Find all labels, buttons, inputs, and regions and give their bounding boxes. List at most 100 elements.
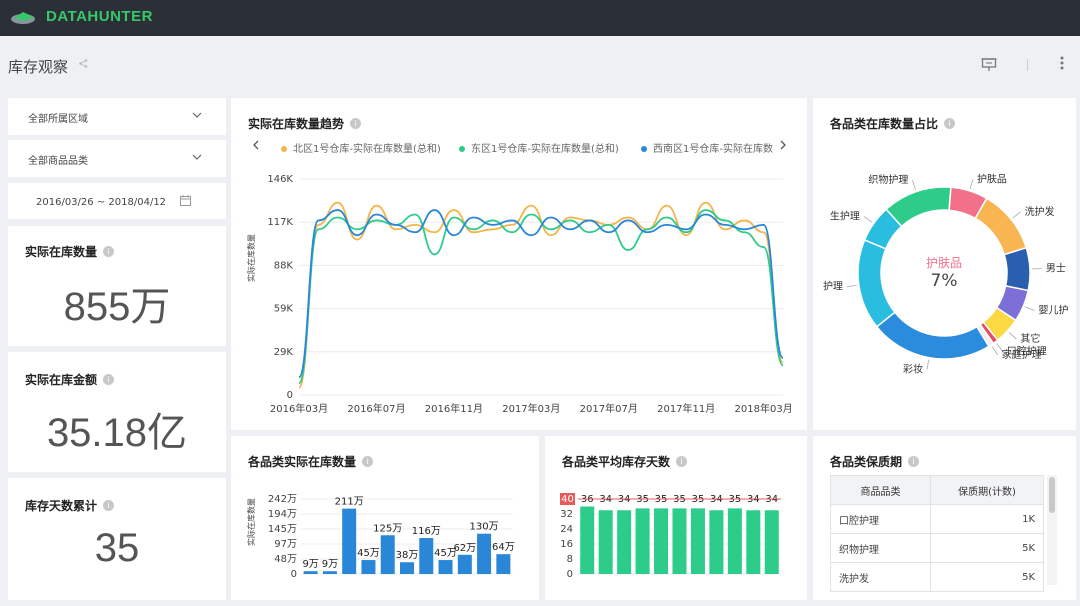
category-cell: 洗护发 [830, 562, 931, 592]
kpi-title: 实际在库数量 i [25, 243, 115, 260]
bar-data-label: 130万 [470, 522, 499, 533]
kpi-card-stock-quantity: 实际在库数量 i 855万 [8, 226, 226, 346]
more-options-icon[interactable] [1060, 56, 1064, 70]
bar [438, 560, 453, 574]
logo-icon [11, 11, 35, 24]
donut-slice [857, 238, 896, 328]
table-row[interactable]: 洗护发 5K [830, 562, 1044, 592]
donut-slice [875, 311, 990, 360]
calendar-icon [180, 195, 191, 206]
slice-label-leader [991, 346, 999, 356]
date-range-picker[interactable]: 2016/03/26 ~ 2018/04/12 [8, 183, 226, 219]
series-line [298, 201, 784, 389]
y-tick-label: 29K [274, 347, 294, 358]
category-filter-select[interactable]: 全部商品品类 [8, 140, 226, 177]
y-tick-label: 0 [291, 569, 297, 580]
shelf-life-table: 商品品类 保质期(计数) 口腔护理 1K 织物护理 5K 洗护发 5K [830, 475, 1044, 592]
bar [457, 554, 472, 574]
bar [764, 510, 779, 574]
slice-label: 家庭护理 [1002, 348, 1042, 361]
category-share-card: 各品类在库数量占比 i 护肤品 洗护发 男士 婴儿护 其它 口腔护理 家庭护理 彩妆 护理 生护理… [813, 98, 1076, 430]
y-tick-label: 24 [560, 524, 573, 535]
shelf-life-card: 各品类保质期 i 商品品类 保质期(计数) 口腔护理 1K 织物护理 5K 洗护… [813, 436, 1076, 600]
bar [380, 535, 395, 574]
y-axis-label: 实际在库数量 [246, 498, 256, 546]
slice-label: 其它 [1020, 332, 1040, 345]
info-icon[interactable]: i [103, 246, 115, 257]
y-axis-label: 实际在库数量 [246, 234, 256, 282]
trend-line-chart: 0 29K 59K 88K 117K 146K 实际在库数量 2016年03月 2016年07月… [246, 174, 793, 415]
y-tick-label: 146K [267, 174, 293, 185]
slice-label-leader [1012, 211, 1021, 219]
info-icon[interactable]: i [103, 374, 115, 385]
donut-center-value: 7% [930, 271, 958, 291]
trend-chart-card: 实际在库数量趋势 i 北区1号仓库-实际在库数量(总和) 东区1号仓库-实际在库… [231, 98, 807, 430]
y-tick-label: 194万 [268, 509, 297, 520]
x-tick-label: 2018年03月 [735, 402, 793, 415]
series-line [298, 209, 784, 385]
column-header[interactable]: 保质期(计数) [930, 475, 1044, 505]
presentation-icon[interactable] [981, 57, 997, 73]
y-tick-label: 117K [267, 217, 293, 228]
bar [400, 562, 414, 574]
date-start: 2016/03/26 [36, 197, 94, 208]
info-icon[interactable]: i [103, 500, 115, 511]
x-tick-label: 2017年07月 [580, 402, 638, 415]
bar [477, 533, 492, 574]
bar [361, 560, 376, 574]
bar-data-label: 9万 [302, 559, 318, 570]
avg-stock-days-bar-chart: 0816243240 36 34 34 35 35 35 35 34 35 34 34 [560, 493, 781, 580]
kpi-label: 实际在库金额 [25, 373, 98, 387]
region-filter-value: 全部所属区域 [28, 114, 88, 125]
share-icon[interactable] [79, 59, 88, 68]
bar-data-label: 125万 [373, 523, 402, 534]
date-range-text: 2016/03/26 ~ 2018/04/12 [36, 197, 166, 208]
y-tick-label: 48万 [274, 554, 297, 565]
y-tick-label: 97万 [274, 539, 297, 550]
region-filter-select[interactable]: 全部所属区域 [8, 98, 226, 135]
column-header[interactable]: 商品品类 [830, 475, 931, 505]
slice-label: 护肤品 [977, 172, 1007, 185]
slice-label: 男士 [1046, 262, 1066, 275]
chevron-down-icon [192, 154, 202, 160]
chevron-down-icon [192, 112, 202, 118]
logo[interactable]: DATAHUNTER [10, 8, 153, 25]
table-row[interactable]: 口腔护理 1K [830, 504, 1044, 534]
value-cell: 1K [930, 504, 1044, 534]
bar [746, 510, 761, 574]
bar [727, 508, 742, 574]
category-filter-value: 全部商品品类 [28, 156, 88, 167]
bar [342, 508, 357, 574]
scrollbar-thumb[interactable] [1049, 477, 1055, 513]
bar [598, 510, 613, 574]
x-tick-label: 2016年11月 [425, 402, 483, 415]
y-tick-label: 59K [274, 304, 294, 315]
y-tick-label: 8 [567, 554, 573, 565]
bar-data-label: 64万 [492, 542, 515, 553]
slice-label: 彩妆 [903, 363, 923, 376]
x-tick-label: 2016年03月 [270, 402, 328, 415]
kpi-title: 实际在库金额 i [25, 371, 115, 388]
kpi-label: 实际在库数量 [25, 245, 98, 259]
bar [322, 571, 337, 574]
category-stock-card: 各品类实际在库数量 i 0 48万 97万 145万 194万 242万 实际在库数量 9万 9… [231, 436, 539, 600]
bar [419, 538, 434, 574]
table-scrollbar[interactable] [1047, 475, 1057, 585]
bar [672, 508, 687, 574]
bar [635, 508, 650, 574]
y-tick-label: 0 [287, 390, 293, 401]
bar [617, 510, 632, 574]
date-end: 2018/04/12 [108, 197, 167, 208]
category-cell: 织物护理 [830, 533, 931, 563]
table-row[interactable]: 织物护理 5K [830, 533, 1044, 563]
info-icon[interactable]: i [908, 456, 920, 467]
kpi-value: 35.18亿 [46, 411, 188, 455]
shelf-life-title: 各品类保质期 [830, 455, 903, 469]
bar-data-label: 211万 [335, 497, 364, 508]
slice-label: 洗护发 [1025, 205, 1055, 218]
kpi-title: 库存天数累计 i [25, 497, 115, 514]
slice-label-leader [846, 284, 857, 288]
kpi-card-stock-amount: 实际在库金额 i 35.18亿 [8, 352, 226, 472]
slice-label-leader [863, 216, 873, 223]
bar [496, 554, 511, 574]
